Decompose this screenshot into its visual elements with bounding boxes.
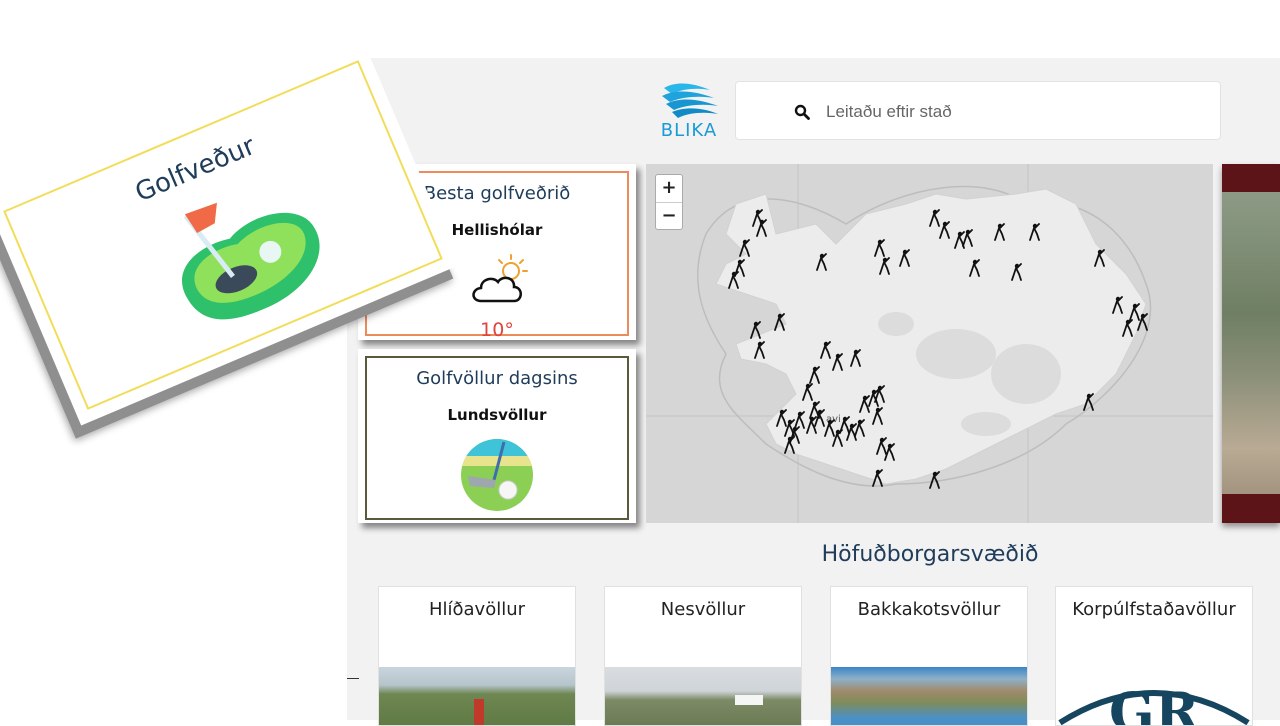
- golfer-marker-icon[interactable]: [899, 249, 911, 267]
- golfer-marker-icon[interactable]: [939, 221, 951, 239]
- golfer-marker-icon[interactable]: [1011, 263, 1023, 281]
- golfer-marker-icon[interactable]: [809, 366, 821, 384]
- golfer-marker-icon[interactable]: [832, 353, 844, 371]
- course-photo: [379, 667, 575, 725]
- golfer-marker-icon[interactable]: [739, 239, 751, 257]
- course-card[interactable]: Nesvöllur: [604, 586, 802, 726]
- course-card[interactable]: Hlíðavöllur: [378, 586, 576, 726]
- search-icon[interactable]: [794, 104, 810, 120]
- blika-wave-logo: [662, 83, 718, 118]
- golfer-marker-icon[interactable]: [774, 313, 786, 331]
- golfer-marker-icon[interactable]: [962, 229, 974, 247]
- golfer-marker-icon[interactable]: [1094, 249, 1106, 267]
- golfer-marker-icon[interactable]: [850, 349, 862, 367]
- gr-logo: GR: [1058, 681, 1250, 726]
- golfer-marker-icon[interactable]: [806, 416, 818, 434]
- partly-cloudy-icon: [472, 254, 528, 303]
- best-weather-temperature: 10°: [480, 319, 514, 341]
- golfer-marker-icon[interactable]: [750, 321, 762, 339]
- zoom-in-button[interactable]: +: [656, 175, 682, 203]
- golfer-marker-icon[interactable]: [754, 341, 766, 359]
- course-of-day-title: Golfvöllur dagsins: [416, 368, 578, 389]
- course-of-day-name: Lundsvöllur: [447, 406, 547, 424]
- course-card[interactable]: Korpúlfstaðavöllur GR: [1055, 586, 1253, 726]
- course-card[interactable]: Bakkakotsvöllur: [830, 586, 1028, 726]
- golfer-marker-icon[interactable]: [872, 407, 884, 425]
- golf-club-ball-icon: [461, 439, 533, 511]
- golfer-marker-icon[interactable]: [802, 383, 814, 401]
- golfer-marker-icon[interactable]: [756, 219, 768, 237]
- golfer-marker-icon[interactable]: [969, 259, 981, 277]
- golfer-marker-icon[interactable]: [879, 257, 891, 275]
- divider: [347, 678, 359, 679]
- course-photo: [831, 667, 1027, 725]
- course-name: Hlíðavöllur: [428, 599, 526, 620]
- golfer-marker-icon[interactable]: [832, 429, 844, 447]
- golfer-marker-icon[interactable]: [728, 271, 740, 289]
- course-of-day-card[interactable]: Golfvöllur dagsins Lundsvöllur: [358, 349, 636, 523]
- search-input[interactable]: [824, 96, 1208, 128]
- zoom-out-button[interactable]: −: [656, 203, 682, 230]
- section-title: Höfuðborgarsvæðið: [821, 542, 1039, 567]
- building: [735, 695, 763, 705]
- blika-logo[interactable]: BLIKA: [648, 82, 730, 141]
- golfer-marker-icon[interactable]: [874, 385, 886, 403]
- golfer-marker-icon[interactable]: [872, 469, 884, 487]
- golfer-marker-icon[interactable]: [820, 341, 832, 359]
- golfer-marker-icon[interactable]: [1029, 223, 1041, 241]
- golfer-marker-icon[interactable]: [929, 471, 941, 489]
- golfer-marker-icon[interactable]: [776, 409, 788, 427]
- course-photo: [605, 667, 801, 725]
- search-box: [735, 81, 1221, 140]
- golfer-marker-icon[interactable]: [1083, 393, 1095, 411]
- golfer-marker-icon[interactable]: [784, 436, 796, 454]
- golfer-marker-icon[interactable]: [854, 419, 866, 437]
- golfer-marker-icon[interactable]: [1137, 313, 1149, 331]
- course-of-day-frame: Golfvöllur dagsins Lundsvöllur: [365, 356, 629, 520]
- map-zoom-control: + −: [655, 174, 683, 230]
- course-name: Bakkakotsvöllur: [857, 599, 1001, 620]
- course-name: Nesvöllur: [660, 599, 746, 620]
- logo-text: BLIKA: [660, 120, 718, 141]
- golfer-marker-icon[interactable]: [884, 443, 896, 461]
- golfer-marker-icon[interactable]: [1112, 296, 1124, 314]
- featured-photo: [1222, 192, 1280, 494]
- golfer-figure: [474, 699, 484, 725]
- golfer-marker-icon[interactable]: [1122, 319, 1134, 337]
- golfer-marker-icon[interactable]: [816, 253, 828, 271]
- golfer-marker-icon[interactable]: [874, 239, 886, 257]
- course-name: Korpúlfstaðavöllur: [1072, 599, 1236, 620]
- golfer-marker-icon[interactable]: [994, 223, 1006, 241]
- gr-logo-text: GR: [1109, 681, 1200, 726]
